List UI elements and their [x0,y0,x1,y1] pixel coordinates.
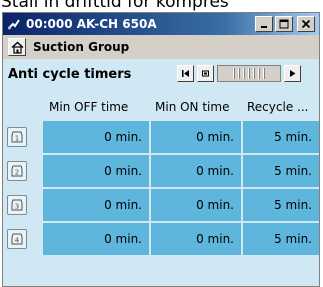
compressor-3-button[interactable]: 3 [7,195,27,215]
minimize-icon [261,26,267,28]
min-on-time-cell[interactable]: 0 min. [151,223,241,255]
compressor-1-button[interactable]: 1 [7,127,27,147]
first-page-icon [182,70,189,77]
column-header-recycle: Recycle ... [247,100,309,114]
next-icon [290,70,296,77]
window-title: 00:000 AK-CH 650A [26,17,157,31]
column-header-min-on: Min ON time [155,100,230,114]
app-window: 00:000 AK-CH 650A Suction Group Anti cyc… [2,12,320,287]
previous-icon [202,70,209,77]
compressor-icon: 4 [11,233,23,245]
page-slider[interactable] [217,65,281,82]
min-on-time-cell[interactable]: 0 min. [151,155,241,187]
min-on-time-cell[interactable]: 0 min. [151,121,241,153]
table-row: 2 0 min. 0 min. 5 min. [3,155,319,187]
timers-panel: Anti cycle timers Min OFF time Min ON ti… [3,59,319,286]
section-title: Anti cycle timers [8,66,132,82]
slider-tick [238,68,240,79]
slider-tick [258,68,260,79]
home-icon [11,41,23,54]
slider-tick [243,68,245,79]
compressor-2-button[interactable]: 2 [7,161,27,181]
svg-text:2: 2 [15,169,19,177]
recycle-time-cell[interactable]: 5 min. [243,223,319,255]
recycle-time-cell[interactable]: 5 min. [243,155,319,187]
home-button[interactable] [8,38,26,56]
group-title: Suction Group [33,40,130,54]
compressor-icon: 2 [11,165,23,177]
group-header: Suction Group [3,35,319,59]
close-button[interactable] [297,16,315,32]
svg-text:4: 4 [15,237,20,245]
table-row: 4 0 min. 0 min. 5 min. [3,223,319,255]
page-navigation [177,65,301,82]
next-button[interactable] [284,65,301,82]
maximize-button[interactable] [275,16,293,32]
table-row: 3 0 min. 0 min. 5 min. [3,189,319,221]
compressor-icon: 3 [11,199,23,211]
svg-text:3: 3 [15,203,19,211]
compressor-icon: 1 [11,131,23,143]
minimize-button[interactable] [255,16,273,32]
slider-tick [233,68,235,79]
previous-button[interactable] [197,65,214,82]
close-icon [301,19,311,29]
window-controls [255,16,315,32]
min-off-time-cell[interactable]: 0 min. [43,121,149,153]
table-row: 1 0 min. 0 min. 5 min. [3,121,319,153]
app-icon [6,16,22,32]
title-bar[interactable]: 00:000 AK-CH 650A [3,13,319,35]
compressor-4-button[interactable]: 4 [7,229,27,249]
column-header-min-off: Min OFF time [49,100,129,114]
maximize-icon [279,19,289,29]
first-page-button[interactable] [177,65,194,82]
min-on-time-cell[interactable]: 0 min. [151,189,241,221]
min-off-time-cell[interactable]: 0 min. [43,189,149,221]
min-off-time-cell[interactable]: 0 min. [43,155,149,187]
svg-text:1: 1 [15,135,19,143]
min-off-time-cell[interactable]: 0 min. [43,223,149,255]
column-headers: Min OFF time Min ON time Recycle ... [3,97,319,117]
slider-tick [263,68,265,79]
recycle-time-cell[interactable]: 5 min. [243,121,319,153]
recycle-time-cell[interactable]: 5 min. [243,189,319,221]
slider-tick [253,68,255,79]
slider-tick [248,68,250,79]
